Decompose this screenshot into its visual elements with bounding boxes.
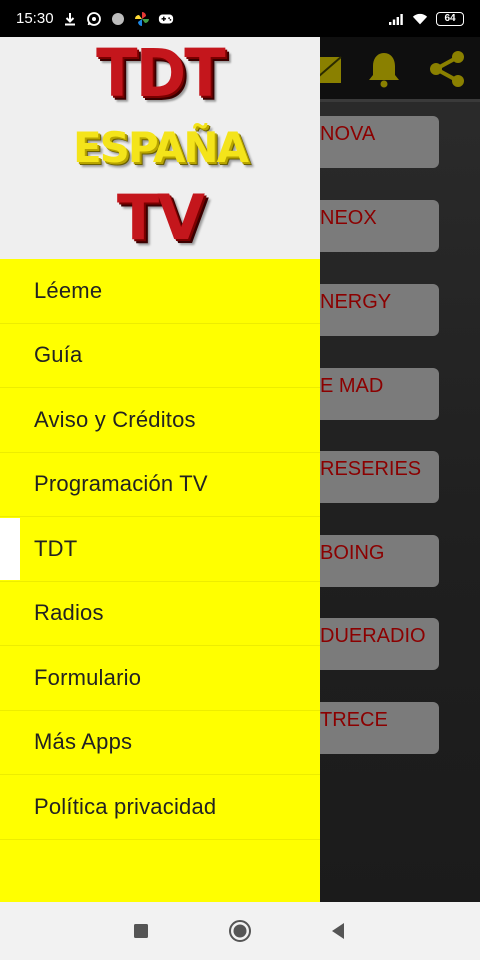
channel-button[interactable]: DUERADIO — [300, 618, 439, 670]
logo-tdt-text: TDT — [96, 35, 226, 112]
menu-item-label: Guía — [34, 342, 83, 368]
drawer-menu: Léeme Guía Aviso y Créditos Programación… — [0, 259, 320, 840]
menu-item-label: Radios — [34, 600, 104, 626]
status-bar: 15:30 64 — [0, 0, 480, 37]
menu-item-aviso-creditos[interactable]: Aviso y Créditos — [0, 388, 320, 453]
menu-item-label: Léeme — [34, 277, 103, 303]
menu-item-tdt[interactable]: TDT — [0, 517, 320, 582]
signal-icon — [388, 11, 404, 27]
logo-espana-text: ESPAÑA — [72, 123, 249, 172]
menu-item-formulario[interactable]: Formulario — [0, 646, 320, 711]
menu-item-politica-privacidad[interactable]: Política privacidad — [0, 775, 320, 840]
selected-indicator — [0, 518, 20, 580]
status-left: 15:30 — [16, 10, 174, 27]
wifi-icon — [412, 11, 428, 27]
channel-label: DUERADIO — [320, 625, 426, 647]
recents-button[interactable] — [129, 919, 153, 943]
menu-item-label: Más Apps — [34, 729, 133, 755]
menu-item-programacion-tv[interactable]: Programación TV — [0, 453, 320, 517]
logo-tv-text: TV — [116, 181, 205, 254]
whatsapp-icon — [86, 11, 102, 27]
menu-item-label: Programación TV — [34, 471, 208, 497]
status-right: 64 — [388, 11, 464, 27]
circle-icon — [110, 11, 126, 27]
gamepad-icon — [158, 11, 174, 27]
channel-label: TRECE — [320, 709, 388, 731]
menu-item-label: Formulario — [34, 664, 142, 690]
menu-item-label: Aviso y Créditos — [34, 406, 196, 432]
system-navigation-bar — [0, 902, 480, 960]
menu-item-radios[interactable]: Radios — [0, 582, 320, 646]
menu-item-guia[interactable]: Guía — [0, 324, 320, 388]
menu-item-label: TDT — [34, 535, 78, 561]
battery-icon: 64 — [436, 11, 464, 26]
channel-label: NOVA — [320, 123, 376, 145]
channel-button[interactable]: NOVA — [300, 116, 439, 168]
menu-item-label: Política privacidad — [34, 793, 217, 819]
pinwheel-icon — [134, 11, 150, 27]
home-button[interactable] — [228, 919, 252, 943]
back-button[interactable] — [326, 919, 350, 943]
navigation-drawer: TDT ESPAÑA TV Léeme Guía Aviso y Crédito… — [0, 35, 320, 902]
channel-button[interactable]: NERGY — [300, 284, 439, 336]
channel-label: NERGY — [320, 291, 392, 313]
share-icon[interactable] — [426, 47, 470, 91]
download-icon — [62, 11, 78, 27]
menu-item-mas-apps[interactable]: Más Apps — [0, 711, 320, 775]
status-time: 15:30 — [16, 10, 54, 27]
channel-label: BOING — [320, 542, 385, 564]
channel-button[interactable]: BOING — [300, 535, 439, 587]
channel-button[interactable]: RESERIES — [300, 451, 439, 503]
channel-button[interactable]: NEOX — [300, 200, 439, 252]
channel-label: RESERIES — [320, 458, 422, 480]
channel-button[interactable]: TRECE — [300, 702, 439, 754]
channel-label: E MAD — [320, 375, 384, 397]
menu-item-leeme[interactable]: Léeme — [0, 259, 320, 324]
bell-icon[interactable] — [362, 47, 406, 91]
channel-button[interactable]: E MAD — [300, 368, 439, 420]
drawer-header-logo: TDT ESPAÑA TV — [0, 35, 320, 259]
channel-label: NEOX — [320, 207, 377, 229]
